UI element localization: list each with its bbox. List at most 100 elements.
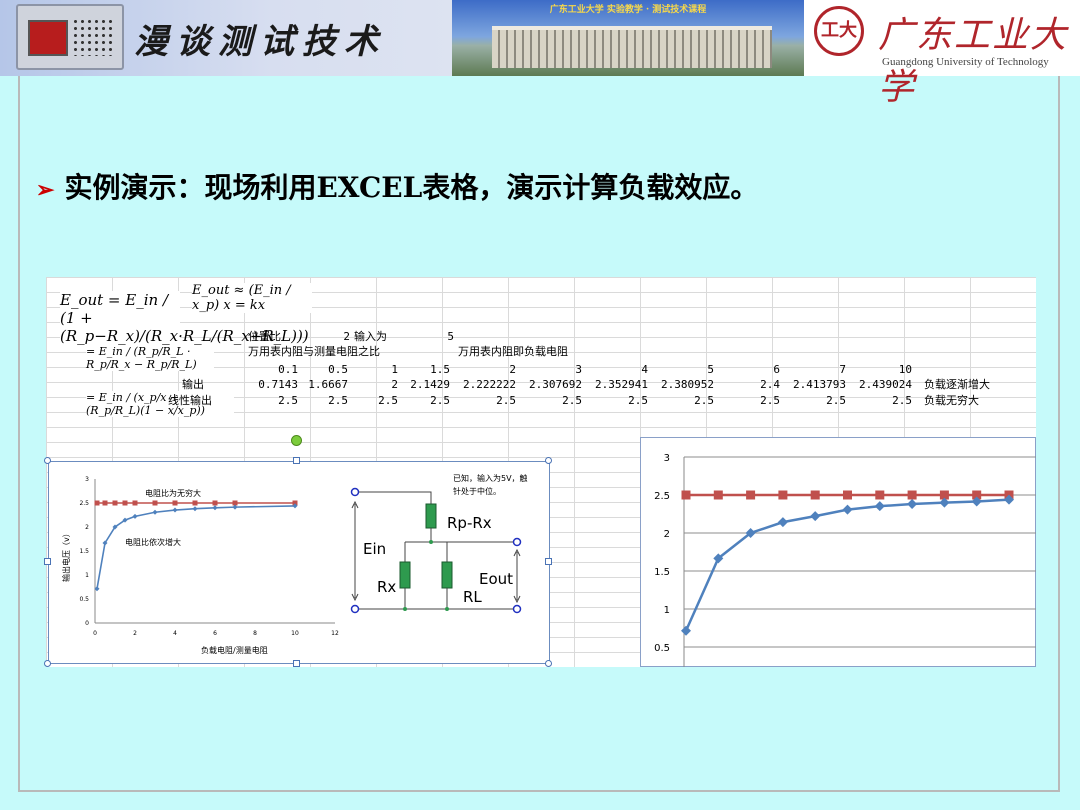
cell-ratio[interactable]: 2: [456, 363, 516, 376]
linear-point[interactable]: [810, 490, 820, 500]
cell-output[interactable]: 0.7143: [248, 378, 298, 391]
cell-input-value[interactable]: 5: [410, 330, 454, 343]
resize-handle-ml[interactable]: [44, 558, 51, 565]
cell-ratio[interactable]: 5: [654, 363, 714, 376]
resize-handle-tl[interactable]: [44, 457, 51, 464]
output-point[interactable]: [192, 506, 198, 512]
cell-ratio[interactable]: 6: [720, 363, 780, 376]
y-tick-label: 2.5: [654, 491, 670, 502]
linear-point[interactable]: [152, 500, 158, 506]
cell-linear[interactable]: 2.5: [352, 394, 398, 407]
cell-ratio[interactable]: 4: [588, 363, 648, 376]
y-tick-label: 1.5: [654, 567, 670, 578]
rotate-handle[interactable]: [291, 435, 302, 446]
cell-linear[interactable]: 2.5: [456, 394, 516, 407]
cell-linear[interactable]: 2.5: [304, 394, 348, 407]
terminal-out-bottom: [512, 604, 522, 614]
linear-point[interactable]: [122, 500, 128, 506]
label-eout: Eout: [479, 570, 513, 588]
output-point[interactable]: [212, 505, 218, 511]
cell-ratio-desc[interactable]: 万用表内阻与测量电阻之比: [248, 345, 380, 358]
linear-point[interactable]: [212, 500, 218, 506]
cell-linear[interactable]: 2.5: [786, 394, 846, 407]
linear-point[interactable]: [713, 490, 723, 500]
cell-linear-label[interactable]: 线性输出: [168, 394, 212, 407]
university-logo: 工大 广东工业大学 Guangdong University of Techno…: [804, 0, 1080, 108]
cell-linear[interactable]: 2.5: [720, 394, 780, 407]
linear-point[interactable]: [112, 500, 118, 506]
chart-circuit-panel[interactable]: 0 2 4 6 8 10 12 0 0.5 1 1.5 2 2.5 3 电阻比为无穷大 电阻比依次增大 负…: [48, 461, 550, 664]
cell-output[interactable]: 2.1429: [404, 378, 450, 391]
cell-output[interactable]: 2.439024: [852, 378, 912, 391]
cell-output-note[interactable]: 负载逐渐增大: [924, 378, 990, 391]
cell-linear[interactable]: 2.5: [522, 394, 582, 407]
resistor-rp-rx: [425, 503, 437, 529]
resize-handle-br[interactable]: [545, 660, 552, 667]
y-tick-label: 2.5: [79, 500, 89, 507]
x-axis-label: 负载电阻/测量电阻: [201, 645, 268, 655]
linear-point[interactable]: [94, 500, 100, 506]
cell-linear-note[interactable]: 负载无穷大: [924, 394, 979, 407]
bullet-arrow-icon: ➢: [36, 177, 55, 203]
circuit-note-1: 已知，输入为5V，触: [453, 473, 528, 483]
cell-position-ratio-value[interactable]: 2: [306, 330, 350, 343]
y-tick-label: 3: [85, 476, 89, 483]
annotation-increasing: 电阻比依次增大: [125, 537, 181, 547]
cell-output[interactable]: 1.6667: [304, 378, 348, 391]
university-seal-icon: 工大: [814, 6, 864, 56]
resize-handle-mr[interactable]: [545, 558, 552, 565]
resize-handle-tm[interactable]: [293, 457, 300, 464]
cell-ratio[interactable]: 7: [786, 363, 846, 376]
cell-output[interactable]: 2.380952: [654, 378, 714, 391]
cell-ratio[interactable]: 10: [852, 363, 912, 376]
resize-handle-bm[interactable]: [293, 660, 300, 667]
cell-input-label[interactable]: 输入为: [354, 330, 387, 343]
cell-output[interactable]: 2.4: [720, 378, 780, 391]
resistor-rl: [441, 561, 453, 589]
linear-point[interactable]: [192, 500, 198, 506]
linear-point[interactable]: [132, 500, 138, 506]
cell-output[interactable]: 2.307692: [522, 378, 582, 391]
linear-point[interactable]: [746, 490, 756, 500]
output-point[interactable]: [172, 507, 178, 513]
linear-point[interactable]: [907, 490, 917, 500]
cell-output[interactable]: 2.352941: [588, 378, 648, 391]
cell-output[interactable]: 2: [352, 378, 398, 391]
cell-output[interactable]: 2.413793: [786, 378, 846, 391]
cell-ratio[interactable]: 1.5: [404, 363, 450, 376]
linear-point[interactable]: [102, 500, 108, 506]
resize-handle-tr[interactable]: [545, 457, 552, 464]
linear-point[interactable]: [843, 490, 852, 500]
y-tick-label: 1: [664, 605, 670, 616]
slide-header: 漫谈测试技术 广东工业大学 实验教学 · 测试技术课程 工大 广东工业大学 Gu…: [0, 0, 1080, 108]
linear-point[interactable]: [681, 490, 691, 500]
linear-point[interactable]: [875, 490, 885, 500]
output-point[interactable]: [152, 509, 158, 515]
x-tick-label: 12: [331, 630, 339, 637]
cell-linear[interactable]: 2.5: [248, 394, 298, 407]
campus-photo: 广东工业大学 实验教学 · 测试技术课程: [452, 0, 804, 76]
label-rp-rx: Rp-Rx: [447, 514, 492, 532]
cell-ratio[interactable]: 3: [522, 363, 582, 376]
x-tick-label: 0: [93, 630, 97, 637]
cell-linear[interactable]: 2.5: [404, 394, 450, 407]
cell-position-ratio-label[interactable]: 位置比: [248, 330, 281, 343]
x-tick-label: 4: [173, 630, 177, 637]
x-tick-label: 10: [291, 630, 299, 637]
cell-linear[interactable]: 2.5: [588, 394, 648, 407]
cell-ratio[interactable]: 0.5: [304, 363, 348, 376]
cell-ratio[interactable]: 0.1: [248, 363, 298, 376]
cell-load-desc[interactable]: 万用表内阻即负载电阻: [458, 345, 568, 358]
chart-right[interactable]: 0.5 1 1.5 2 2.5 3: [640, 437, 1036, 667]
cell-ratio[interactable]: 1: [352, 363, 398, 376]
cell-linear[interactable]: 2.5: [654, 394, 714, 407]
y-axis-label: 输出电压（v）: [61, 529, 71, 582]
cell-linear[interactable]: 2.5: [852, 394, 912, 407]
circuit-diagram: 已知，输入为5V，触 针处于中位。 Rp-Rx Rx RL Ein Eout: [350, 473, 528, 614]
output-point[interactable]: [132, 513, 138, 519]
resize-handle-bl[interactable]: [44, 660, 51, 667]
cell-output[interactable]: 2.222222: [456, 378, 516, 391]
cell-output-label[interactable]: 输出: [182, 378, 204, 391]
linear-point[interactable]: [778, 490, 788, 500]
linear-point[interactable]: [172, 500, 178, 506]
